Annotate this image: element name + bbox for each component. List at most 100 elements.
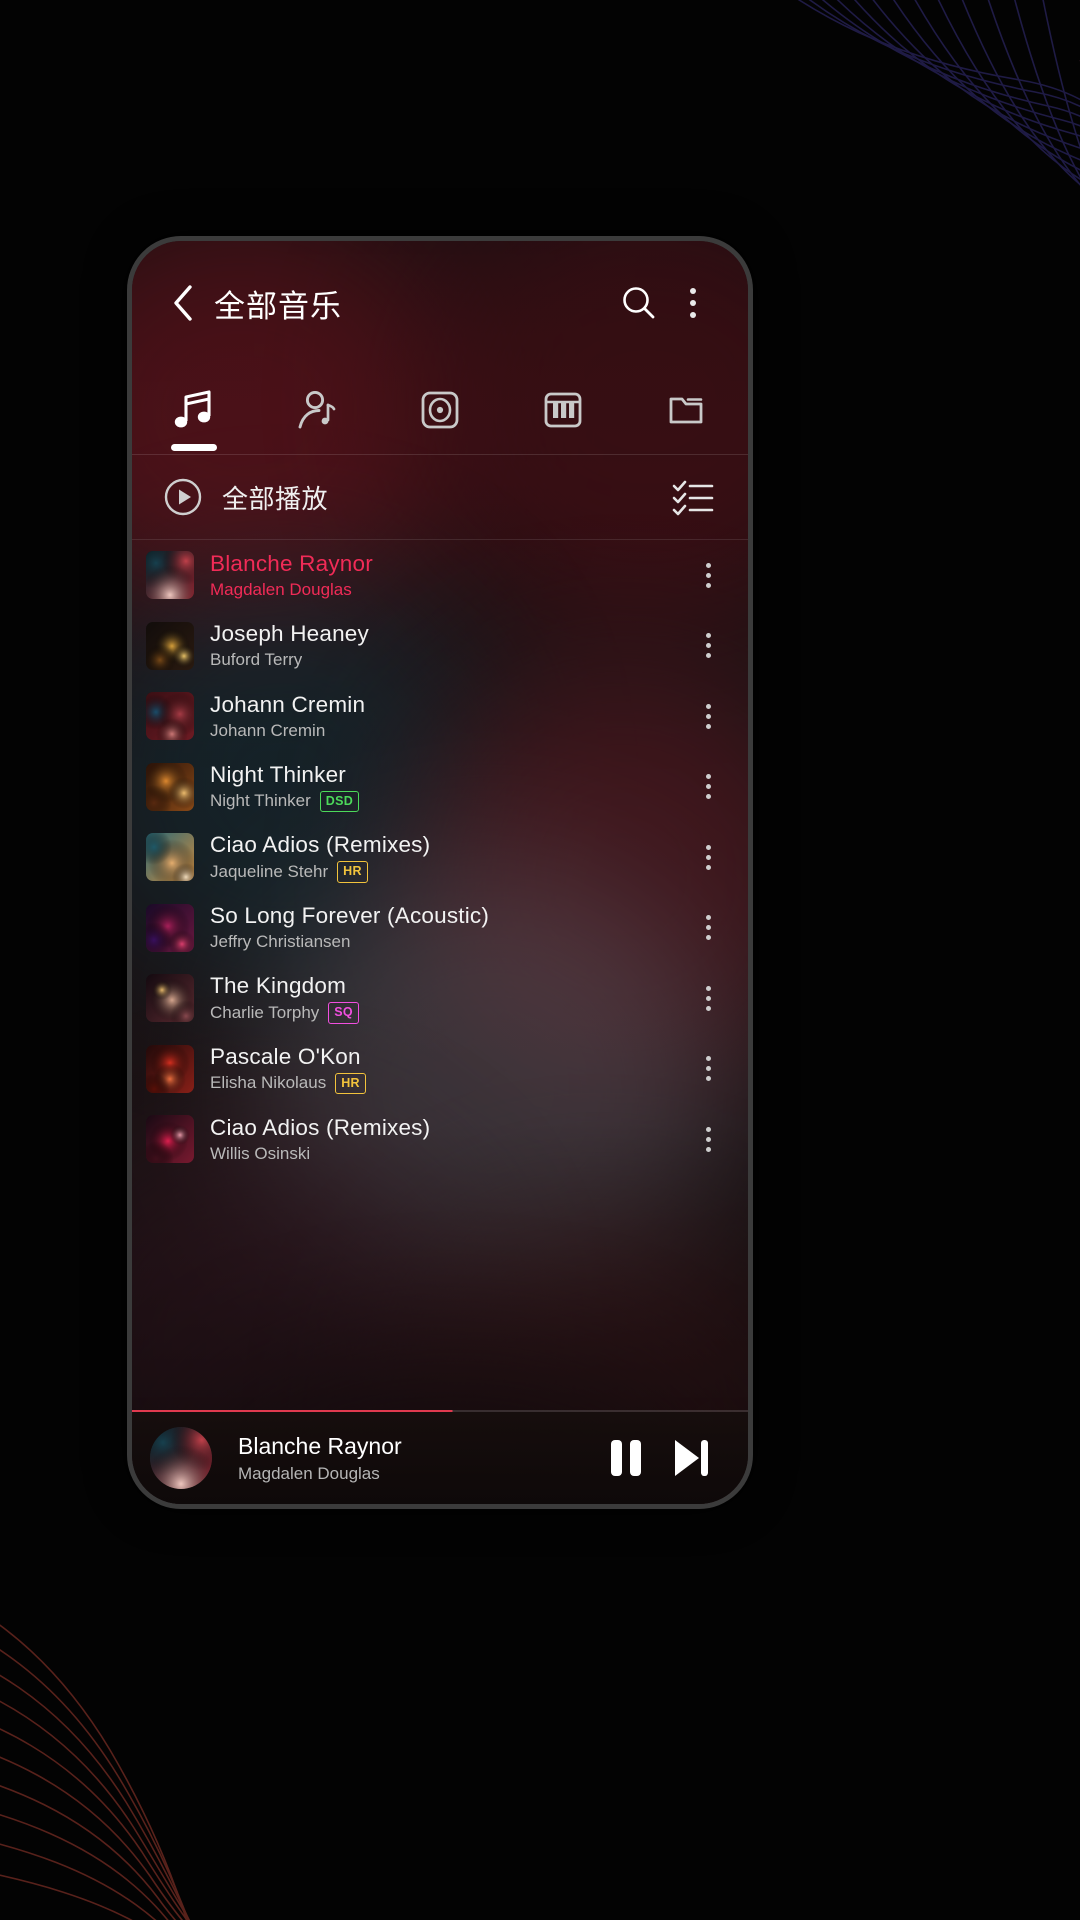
- song-overflow-button[interactable]: [688, 970, 728, 1026]
- album-art: [146, 833, 194, 882]
- play-all-label: 全部播放: [222, 483, 329, 514]
- song-artist: Jaqueline Stehr: [210, 861, 329, 881]
- song-overflow-button[interactable]: [688, 900, 728, 956]
- library-tabs: [132, 365, 748, 455]
- song-overflow-button[interactable]: [688, 829, 728, 885]
- song-overflow-button[interactable]: [688, 1111, 728, 1167]
- overflow-menu-button[interactable]: [666, 276, 720, 330]
- song-row[interactable]: Ciao Adios (Remixes) Willis Osinski: [132, 1104, 748, 1175]
- play-circle-icon: [164, 478, 202, 516]
- song-artist: Johann Cremin: [210, 720, 326, 740]
- artist-icon: [298, 390, 336, 429]
- album-art: [146, 1115, 194, 1164]
- song-subline: Johann Cremin: [210, 721, 688, 741]
- tab-active-indicator: [170, 444, 217, 451]
- song-artist: Buford Terry: [210, 650, 303, 670]
- more-vertical-icon: [705, 844, 711, 870]
- more-vertical-icon: [705, 774, 711, 800]
- tab-albums[interactable]: [378, 365, 501, 455]
- song-title: Ciao Adios (Remixes): [210, 832, 431, 857]
- song-overflow-button[interactable]: [688, 1041, 728, 1097]
- song-subline: Buford Terry: [210, 650, 688, 670]
- more-vertical-icon: [705, 1056, 711, 1082]
- song-row[interactable]: So Long Forever (Acoustic) Jeffry Christi…: [132, 893, 748, 964]
- pause-button[interactable]: [594, 1426, 658, 1490]
- song-meta: Ciao Adios (Remixes) Willis Osinski: [210, 1115, 688, 1164]
- folder-icon: [670, 397, 703, 424]
- tab-artists[interactable]: [255, 365, 378, 455]
- song-meta: Joseph Heaney Buford Terry: [210, 621, 688, 670]
- song-row[interactable]: Joseph Heaney Buford Terry: [132, 611, 748, 682]
- song-subline: Jaqueline Stehr HR: [210, 861, 688, 883]
- chevron-left-icon: [174, 285, 192, 321]
- mini-player-artwork[interactable]: [150, 1427, 212, 1489]
- playback-progress-bar[interactable]: [132, 1410, 748, 1412]
- song-overflow-button[interactable]: [688, 547, 728, 603]
- mini-player-artist: Magdalen Douglas: [238, 1463, 380, 1483]
- song-row[interactable]: Ciao Adios (Remixes) Jaqueline Stehr HR: [132, 822, 748, 893]
- song-meta: Night Thinker Night Thinker DSD: [210, 761, 688, 812]
- song-row[interactable]: The Kingdom Charlie Torphy SQ: [132, 963, 748, 1034]
- song-overflow-button[interactable]: [688, 688, 728, 744]
- piano-keys-icon: [544, 392, 582, 428]
- quality-badge: SQ: [328, 1002, 359, 1024]
- quality-badge: HR: [337, 861, 368, 883]
- album-art: [146, 1044, 194, 1093]
- song-title: Blanche Raynor: [210, 550, 373, 576]
- mini-player-meta: Blanche Raynor Magdalen Douglas: [238, 1433, 594, 1484]
- song-subline: Jeffry Christiansen: [210, 932, 688, 952]
- song-row[interactable]: Night Thinker Night Thinker DSD: [132, 752, 748, 823]
- song-title: The Kingdom: [210, 973, 347, 998]
- more-vertical-icon: [705, 562, 711, 588]
- song-artist: Jeffry Christiansen: [210, 932, 351, 952]
- skip-next-icon: [675, 1440, 708, 1476]
- multi-select-button[interactable]: [666, 470, 720, 524]
- song-overflow-button[interactable]: [688, 759, 728, 815]
- song-meta: Blanche Raynor Magdalen Douglas: [210, 551, 688, 600]
- song-subline: Night Thinker DSD: [210, 790, 688, 812]
- back-button[interactable]: [160, 280, 206, 326]
- song-meta: Ciao Adios (Remixes) Jaqueline Stehr HR: [210, 832, 688, 883]
- mini-player[interactable]: Blanche Raynor Magdalen Douglas: [132, 1412, 748, 1504]
- song-list[interactable]: Blanche Raynor Magdalen Douglas Joseph Hea…: [132, 540, 748, 1412]
- next-track-button[interactable]: [658, 1426, 722, 1490]
- mini-player-title: Blanche Raynor: [238, 1432, 402, 1459]
- song-title: Joseph Heaney: [210, 621, 369, 647]
- album-art: [146, 692, 194, 741]
- song-title: Pascale O'Kon: [210, 1043, 361, 1069]
- song-overflow-button[interactable]: [688, 618, 728, 674]
- song-title: So Long Forever (Acoustic): [210, 903, 490, 929]
- more-vertical-icon: [705, 703, 711, 729]
- play-all-row[interactable]: 全部播放: [132, 455, 748, 539]
- song-row[interactable]: Johann Cremin Johann Cremin: [132, 681, 748, 752]
- album-art: [146, 903, 194, 952]
- more-vertical-icon: [705, 633, 711, 659]
- phone-screen: 全部音乐 全部播放 Blanche Raynor Magdalen Dougla…: [132, 241, 748, 1504]
- song-subline: Magdalen Douglas: [210, 580, 688, 600]
- song-title: Night Thinker: [210, 761, 346, 787]
- app-bar: 全部音乐: [132, 241, 748, 365]
- song-artist: Night Thinker: [210, 791, 311, 811]
- song-subline: Elisha Nikolaus HR: [210, 1072, 688, 1094]
- pause-icon: [611, 1440, 641, 1476]
- album-art: [146, 762, 194, 811]
- page-title: 全部音乐: [214, 288, 342, 324]
- song-row[interactable]: Pascale O'Kon Elisha Nikolaus HR: [132, 1034, 748, 1105]
- search-button[interactable]: [612, 276, 666, 330]
- song-meta: So Long Forever (Acoustic) Jeffry Christi…: [210, 903, 688, 952]
- song-subline: Charlie Torphy SQ: [210, 1002, 688, 1024]
- album-art: [146, 551, 194, 600]
- checklist-icon: [672, 480, 714, 516]
- song-row[interactable]: Blanche Raynor Magdalen Douglas: [132, 540, 748, 611]
- tab-songs[interactable]: [132, 365, 255, 455]
- tab-genres[interactable]: [502, 365, 625, 455]
- song-artist: Willis Osinski: [210, 1143, 311, 1163]
- tab-folders[interactable]: [625, 365, 748, 455]
- more-vertical-icon: [690, 288, 696, 318]
- song-artist: Charlie Torphy: [210, 1002, 320, 1022]
- song-meta: Johann Cremin Johann Cremin: [210, 692, 688, 741]
- phone-device-frame: 全部音乐 全部播放 Blanche Raynor Magdalen Dougla…: [127, 236, 753, 1509]
- music-note-icon: [174, 390, 211, 428]
- more-vertical-icon: [705, 1126, 711, 1152]
- more-vertical-icon: [705, 985, 711, 1011]
